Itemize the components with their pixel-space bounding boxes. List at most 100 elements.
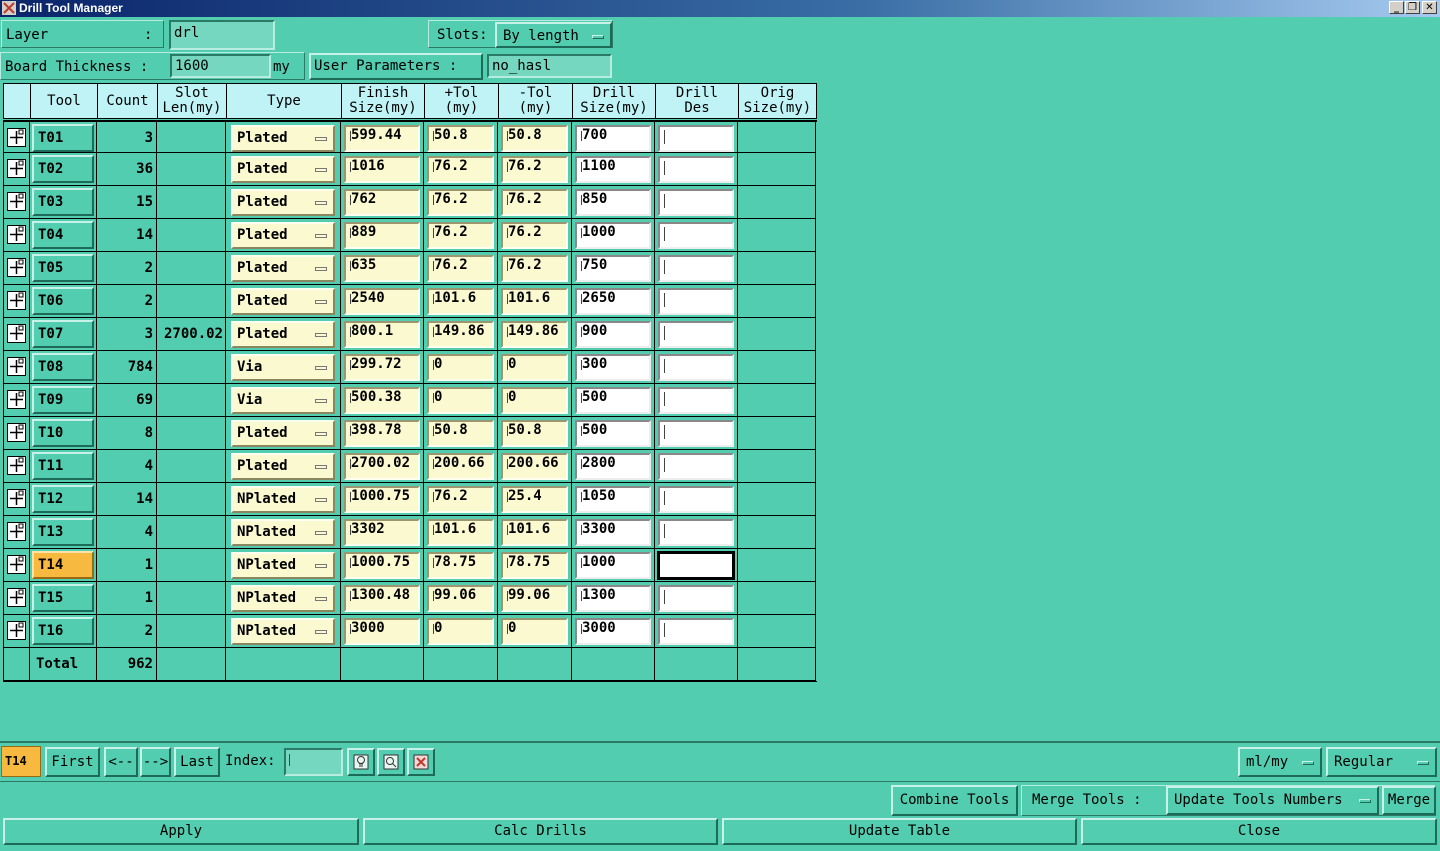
tool-button[interactable]: T06 (32, 287, 94, 315)
drill-des-field[interactable] (658, 156, 734, 183)
expand-icon[interactable] (7, 555, 26, 574)
type-dropdown[interactable]: Via (231, 354, 335, 381)
expand-icon[interactable] (7, 192, 26, 211)
expand-icon[interactable] (7, 357, 26, 376)
finish-field[interactable]: 398.78 (344, 420, 420, 447)
tool-button[interactable]: T11 (32, 452, 94, 480)
ptol-field[interactable]: 50.8 (427, 420, 494, 447)
last-button[interactable]: Last (174, 747, 220, 777)
ptol-field[interactable]: 78.75 (427, 552, 494, 579)
ptol-field[interactable]: 99.06 (427, 585, 494, 612)
expand-icon[interactable] (7, 522, 26, 541)
finish-field[interactable]: 1000.75 (344, 552, 420, 579)
drill-des-field[interactable] (658, 288, 734, 315)
tool-button[interactable]: T07 (32, 320, 94, 348)
finish-field[interactable]: 1000.75 (344, 486, 420, 513)
drill-des-field[interactable] (658, 321, 734, 348)
finish-field[interactable]: 3302 (344, 519, 420, 546)
drill-des-field[interactable] (658, 618, 734, 645)
ptol-field[interactable]: 50.8 (427, 125, 494, 152)
mtol-field[interactable]: 0 (501, 354, 568, 381)
mtol-field[interactable]: 200.66 (501, 453, 568, 480)
ptol-field[interactable]: 76.2 (427, 222, 494, 249)
drill-size-field[interactable]: 3000 (575, 618, 651, 645)
drill-size-field[interactable]: 3300 (575, 519, 651, 546)
drill-des-field[interactable] (658, 189, 734, 216)
finish-field[interactable]: 3000 (344, 618, 420, 645)
drill-des-field[interactable] (658, 387, 734, 414)
ptol-field[interactable]: 76.2 (427, 255, 494, 282)
ptol-field[interactable]: 76.2 (427, 156, 494, 183)
expand-icon[interactable] (7, 159, 26, 178)
mtol-field[interactable]: 101.6 (501, 519, 568, 546)
finish-field[interactable]: 635 (344, 255, 420, 282)
drill-des-field[interactable] (658, 486, 734, 513)
drill-des-field[interactable] (658, 255, 734, 282)
type-dropdown[interactable]: NPlated (231, 552, 335, 579)
type-dropdown[interactable]: Plated (231, 255, 335, 282)
type-dropdown[interactable]: NPlated (231, 585, 335, 612)
merge-button[interactable]: Merge (1382, 786, 1436, 815)
finish-field[interactable]: 2700.02 (344, 453, 420, 480)
type-dropdown[interactable]: Via (231, 387, 335, 414)
finish-field[interactable]: 299.72 (344, 354, 420, 381)
drill-size-field[interactable]: 750 (575, 255, 651, 282)
finish-field[interactable]: 500.38 (344, 387, 420, 414)
ptol-field[interactable]: 101.6 (427, 519, 494, 546)
drill-size-field[interactable]: 2650 (575, 288, 651, 315)
drill-size-field[interactable]: 300 (575, 354, 651, 381)
type-dropdown[interactable]: NPlated (231, 486, 335, 513)
expand-icon[interactable] (7, 390, 26, 409)
ptol-field[interactable]: 149.86 (427, 321, 494, 348)
expand-icon[interactable] (7, 456, 26, 475)
index-field[interactable] (284, 748, 343, 776)
drill-size-field[interactable]: 2800 (575, 453, 651, 480)
tool-button[interactable]: T08 (32, 353, 94, 381)
ptol-field[interactable]: 0 (427, 618, 494, 645)
tool-button[interactable]: T03 (32, 188, 94, 216)
zoom-icon[interactable] (377, 748, 405, 776)
type-dropdown[interactable]: Plated (231, 125, 335, 152)
type-dropdown[interactable]: Plated (231, 453, 335, 480)
finish-field[interactable]: 2540 (344, 288, 420, 315)
finish-field[interactable]: 1300.48 (344, 585, 420, 612)
drill-size-field[interactable]: 500 (575, 420, 651, 447)
tool-button[interactable]: T01 (32, 124, 94, 152)
expand-icon[interactable] (7, 324, 26, 343)
expand-icon[interactable] (7, 225, 26, 244)
drill-size-field[interactable]: 1100 (575, 156, 651, 183)
mtol-field[interactable]: 76.2 (501, 189, 568, 216)
drill-des-field[interactable] (658, 585, 734, 612)
ptol-field[interactable]: 0 (427, 387, 494, 414)
tool-button[interactable]: T14 (32, 551, 94, 579)
tool-button[interactable]: T12 (32, 485, 94, 513)
mtol-field[interactable]: 76.2 (501, 255, 568, 282)
drill-des-field[interactable] (658, 125, 734, 152)
drill-size-field[interactable]: 900 (575, 321, 651, 348)
delete-icon[interactable] (407, 748, 435, 776)
drill-size-field[interactable]: 1050 (575, 486, 651, 513)
minimize-icon[interactable]: _ (1389, 1, 1404, 14)
finish-field[interactable]: 889 (344, 222, 420, 249)
ptol-field[interactable]: 76.2 (427, 189, 494, 216)
tool-button[interactable]: T05 (32, 254, 94, 282)
tool-button[interactable]: T02 (32, 155, 94, 183)
tool-button[interactable]: T16 (32, 617, 94, 645)
mtol-field[interactable]: 25.4 (501, 486, 568, 513)
drill-size-field[interactable]: 1000 (575, 222, 651, 249)
expand-icon[interactable] (7, 621, 26, 640)
drill-size-field[interactable]: 700 (575, 125, 651, 152)
drill-des-field[interactable] (658, 222, 734, 249)
mtol-field[interactable]: 78.75 (501, 552, 568, 579)
drill-des-field[interactable] (658, 354, 734, 381)
mtol-field[interactable]: 76.2 (501, 156, 568, 183)
expand-icon[interactable] (7, 128, 26, 147)
ptol-field[interactable]: 200.66 (427, 453, 494, 480)
mtol-field[interactable]: 101.6 (501, 288, 568, 315)
mtol-field[interactable]: 0 (501, 618, 568, 645)
board-thickness-field[interactable]: 1600 (170, 54, 271, 78)
close-window-icon[interactable]: ✕ (1422, 1, 1437, 14)
expand-icon[interactable] (7, 291, 26, 310)
finish-field[interactable]: 762 (344, 189, 420, 216)
layer-field[interactable]: drl (169, 20, 275, 50)
